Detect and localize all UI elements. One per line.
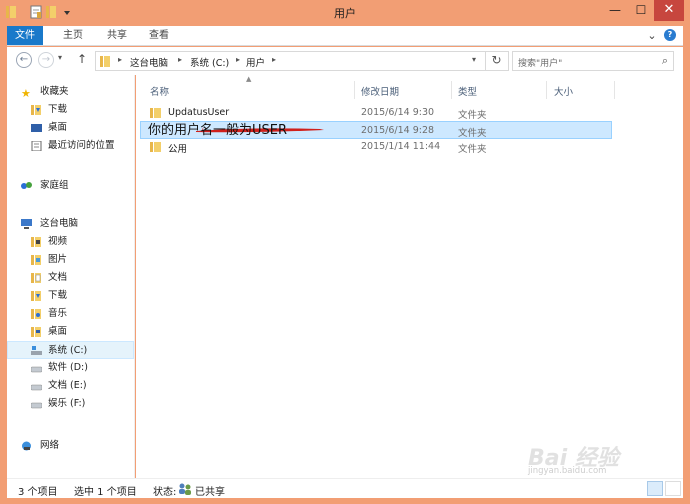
tab-file[interactable]: 文件 (7, 26, 43, 45)
nav-item-drive-e[interactable]: 文档 (E:) (7, 377, 134, 395)
column-header-name[interactable]: 名称 (150, 84, 169, 98)
expand-ribbon-icon[interactable]: ⌄ (645, 26, 659, 45)
search-icon[interactable]: ⌕ (662, 54, 668, 68)
nav-item-downloads-pc[interactable]: 下载 (7, 287, 134, 305)
recent-locations-button[interactable]: ▾ (58, 53, 62, 62)
up-button[interactable]: ↑ (77, 52, 87, 66)
address-box[interactable]: ▸ 这台电脑 ▸ 系统 (C:) ▸ 用户 ▸ ▾ ↻ (95, 51, 509, 71)
download-folder-icon (31, 291, 41, 301)
nav-item-downloads[interactable]: 下载 (7, 101, 134, 119)
file-date: 2015/6/14 9:30 (361, 107, 435, 118)
selected-count: 选中 1 个项目 (74, 487, 137, 498)
nav-item-drive-f[interactable]: 娱乐 (F:) (7, 395, 134, 413)
column-header-date[interactable]: 修改日期 (361, 84, 399, 98)
folder-icon (100, 56, 110, 67)
table-row[interactable]: 公用 2015/1/14 11:44 文件夹 (140, 138, 612, 156)
drive-icon (31, 384, 42, 391)
search-placeholder: 搜索"用户" (518, 59, 563, 69)
annotation-text: 你的用户名一般为USER (148, 123, 288, 138)
back-button[interactable]: ← (16, 52, 32, 68)
chevron-right-icon[interactable]: ▸ (118, 55, 122, 64)
title-bar: 用户 — ☐ ✕ (0, 0, 690, 26)
shared-users-icon (179, 483, 191, 495)
help-icon[interactable]: ? (664, 29, 676, 41)
nav-item-this-pc[interactable]: 这台电脑 (7, 215, 134, 233)
nav-item-pictures[interactable]: 图片 (7, 251, 134, 269)
maximize-button[interactable]: ☐ (628, 0, 654, 21)
sort-ascending-icon: ▲ (246, 75, 252, 83)
desktop-icon (31, 124, 42, 132)
file-name: 公用 (168, 144, 188, 155)
recent-places-icon (31, 141, 42, 151)
nav-item-desktop-pc[interactable]: 桌面 (7, 323, 134, 341)
details-view-icon[interactable] (647, 481, 663, 496)
search-input[interactable]: 搜索"用户" ⌕ (512, 51, 674, 71)
nav-item-system-drive[interactable]: 系统 (C:) (7, 341, 134, 359)
homegroup-icon (21, 182, 32, 189)
status-bar: 3 个项目 选中 1 个项目 状态: 已共享 (7, 478, 683, 498)
nav-item-recent-places[interactable]: 最近访问的位置 (7, 137, 134, 155)
documents-folder-icon (31, 273, 41, 283)
breadcrumb-computer[interactable]: 这台电脑 (130, 55, 168, 69)
column-divider[interactable] (614, 81, 615, 99)
star-icon: ★ (21, 87, 31, 100)
state-value: 已共享 (195, 487, 225, 498)
tab-view[interactable]: 查看 (141, 26, 177, 45)
pictures-folder-icon (31, 255, 41, 265)
computer-icon (21, 219, 32, 229)
nav-item-videos[interactable]: 视频 (7, 233, 134, 251)
window-title: 用户 (334, 7, 356, 20)
file-date: 2015/1/14 11:44 (361, 141, 441, 152)
column-header-size[interactable]: 大小 (554, 84, 573, 98)
nav-item-desktop[interactable]: 桌面 (7, 119, 134, 137)
download-folder-icon (31, 105, 41, 115)
column-divider[interactable] (354, 81, 355, 99)
forward-button[interactable]: → (38, 52, 54, 68)
breadcrumb-users[interactable]: 用户 (246, 55, 265, 69)
file-type: 文件夹 (458, 128, 487, 139)
chevron-right-icon[interactable]: ▸ (178, 55, 182, 64)
item-count: 3 个项目 (18, 487, 58, 498)
close-button[interactable]: ✕ (654, 0, 684, 21)
minimize-button[interactable]: — (602, 0, 628, 21)
state-label: 状态: (153, 487, 177, 498)
column-divider[interactable] (546, 81, 547, 99)
videos-folder-icon (31, 237, 41, 247)
file-list: ▲ 名称 修改日期 类型 大小 UpdatusUser 2015/6/14 9:… (136, 75, 683, 478)
music-folder-icon (31, 309, 41, 319)
explorer-window: 用户 — ☐ ✕ 文件 主页 共享 查看 ⌄ ? ← → ▾ ↑ ▸ 这台电脑 … (0, 0, 690, 504)
system-drive-icon (31, 346, 42, 355)
breadcrumb-system-drive[interactable]: 系统 (C:) (190, 55, 229, 69)
address-toolbar: ← → ▾ ↑ ▸ 这台电脑 ▸ 系统 (C:) ▸ 用户 ▸ ▾ ↻ 搜索"用… (7, 47, 683, 75)
nav-item-network[interactable]: 网络 (7, 437, 134, 455)
nav-item-documents[interactable]: 文档 (7, 269, 134, 287)
navigation-pane: ★ 收藏夹 下载 桌面 最近访问的位置 家庭组 这台电脑 视频 图片 文档 下载… (7, 75, 135, 478)
network-icon (22, 441, 31, 451)
folder-icon (150, 108, 161, 118)
file-name: UpdatusUser (168, 107, 230, 118)
column-divider[interactable] (451, 81, 452, 99)
nav-item-drive-d[interactable]: 软件 (D:) (7, 359, 134, 377)
watermark-url: jingyan.baidu.com (528, 466, 607, 476)
nav-item-music[interactable]: 音乐 (7, 305, 134, 323)
file-type: 文件夹 (458, 110, 487, 121)
chevron-down-icon[interactable]: ▾ (472, 55, 476, 64)
desktop-folder-icon (31, 327, 41, 337)
file-date: 2015/6/14 9:28 (361, 125, 435, 136)
refresh-icon[interactable]: ↻ (485, 51, 507, 71)
file-type: 文件夹 (458, 144, 487, 155)
large-icons-view-icon[interactable] (665, 481, 681, 496)
nav-item-favorites[interactable]: ★ 收藏夹 (7, 83, 134, 101)
drive-icon (31, 402, 42, 409)
chevron-right-icon[interactable]: ▸ (236, 55, 240, 64)
chevron-right-icon[interactable]: ▸ (272, 55, 276, 64)
nav-item-homegroup[interactable]: 家庭组 (7, 177, 134, 195)
ribbon-tabs: 文件 主页 共享 查看 ⌄ ? (7, 26, 683, 46)
column-header-type[interactable]: 类型 (458, 84, 477, 98)
drive-icon (31, 366, 42, 373)
tab-home[interactable]: 主页 (55, 26, 91, 45)
folder-icon (150, 142, 161, 152)
tab-share[interactable]: 共享 (99, 26, 135, 45)
